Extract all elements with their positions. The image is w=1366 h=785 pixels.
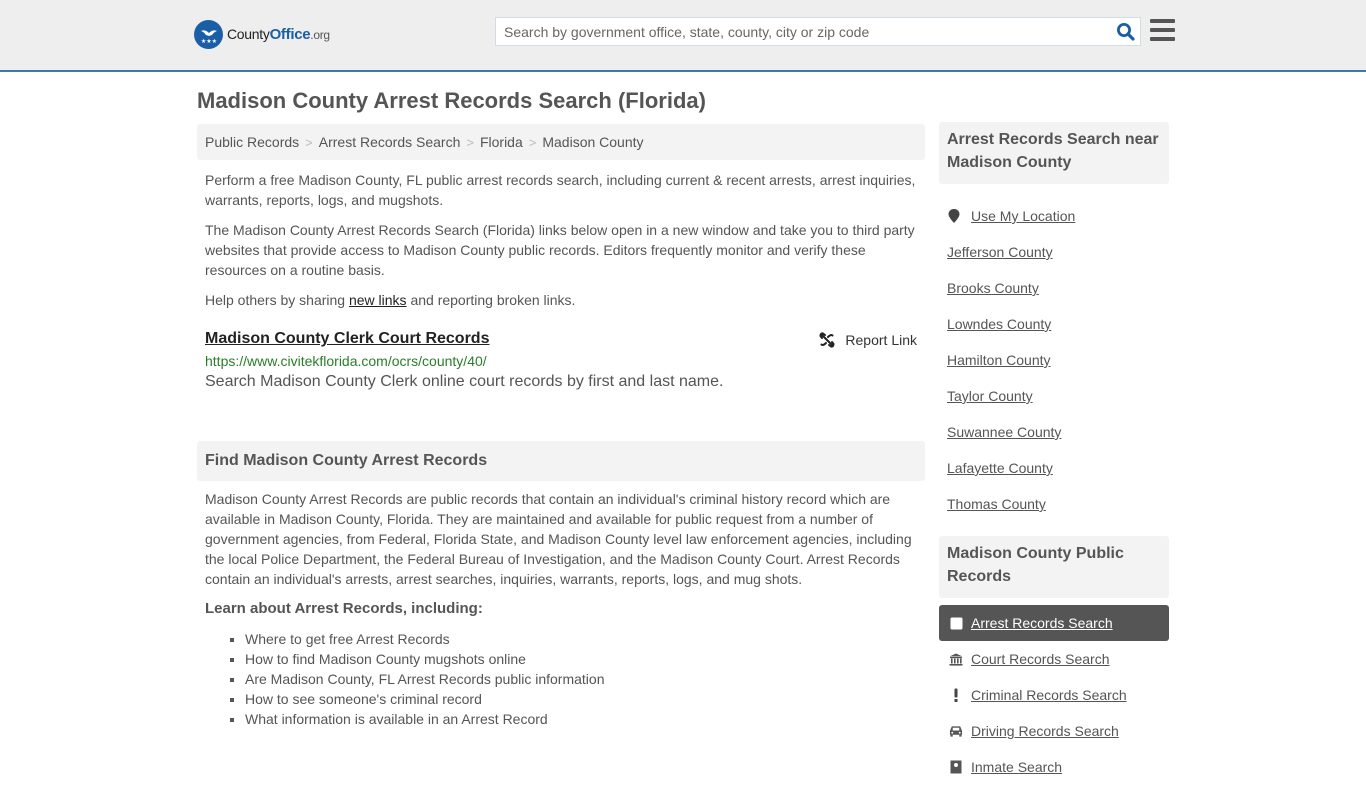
public-records-heading: Madison County Public Records: [939, 536, 1169, 598]
learn-heading: Learn about Arrest Records, including:: [205, 600, 483, 617]
nearby-item: Hamilton County: [947, 342, 1167, 378]
nearby-county-link[interactable]: Jefferson County: [947, 244, 1053, 260]
new-links-link[interactable]: new links: [349, 292, 407, 308]
nearby-item: Brooks County: [947, 270, 1167, 306]
nearby-item: Lafayette County: [947, 450, 1167, 486]
public-records-item-arrest[interactable]: Arrest Records Search: [939, 605, 1169, 641]
intro-paragraph: Perform a free Madison County, FL public…: [205, 172, 916, 208]
nearby-county-link[interactable]: Suwannee County: [947, 424, 1061, 440]
courthouse-icon: [949, 653, 963, 666]
report-link-label: Report Link: [845, 332, 917, 348]
nearby-county-link[interactable]: Taylor County: [947, 388, 1033, 404]
public-records-item-inmate[interactable]: Inmate Search: [939, 749, 1169, 785]
public-records-item-driving[interactable]: Driving Records Search: [939, 713, 1169, 749]
nearby-county-link[interactable]: Lowndes County: [947, 316, 1051, 332]
nearby-heading: Arrest Records Search near Madison Count…: [939, 122, 1169, 184]
learn-list-item: How to find Madison County mugshots onli…: [245, 649, 605, 669]
learn-list-item: What information is available in an Arre…: [245, 709, 605, 729]
broken-link-icon: [819, 332, 835, 348]
share-paragraph: Help others by sharing new links and rep…: [205, 290, 920, 310]
listing-url: https://www.civitekflorida.com/ocrs/coun…: [205, 353, 487, 369]
menu-bar: [1150, 37, 1175, 41]
breadcrumb-separator: >: [305, 134, 313, 150]
top-bar: ★★★ CountyOffice.org: [0, 0, 1366, 72]
breadcrumb-arrest-records-search[interactable]: Arrest Records Search: [319, 134, 461, 150]
share-text-end: and reporting broken links.: [406, 292, 576, 308]
learn-list-item: Are Madison County, FL Arrest Records pu…: [245, 669, 605, 689]
breadcrumb-separator: >: [528, 134, 537, 150]
use-my-location-item: Use My Location: [947, 198, 1167, 234]
listing-description: Search Madison County Clerk online court…: [205, 373, 724, 390]
public-records-item-court[interactable]: Court Records Search: [939, 641, 1169, 677]
nearby-county-link[interactable]: Thomas County: [947, 496, 1046, 512]
exclamation-icon: [949, 688, 963, 702]
search-box: [495, 17, 1141, 46]
logo-link[interactable]: ★★★ CountyOffice.org: [194, 20, 330, 49]
car-icon: [949, 725, 963, 737]
hamburger-menu-button[interactable]: [1150, 19, 1175, 41]
nearby-item: Suwannee County: [947, 414, 1167, 450]
find-section-heading: Find Madison County Arrest Records: [197, 441, 925, 481]
public-records-list: Arrest Records Search Court Records Sear…: [939, 605, 1169, 785]
svg-text:★★★: ★★★: [200, 38, 216, 45]
menu-bar: [1150, 28, 1175, 32]
inmate-icon: [949, 760, 963, 774]
public-records-item-criminal[interactable]: Criminal Records Search: [939, 677, 1169, 713]
logo-text: CountyOffice.org: [227, 26, 330, 43]
learn-list: Where to get free Arrest Records How to …: [245, 629, 605, 729]
public-records-link[interactable]: Court Records Search: [971, 651, 1110, 667]
breadcrumb-madison-county[interactable]: Madison County: [542, 134, 643, 150]
search-icon: [1116, 23, 1135, 41]
learn-list-item: Where to get free Arrest Records: [245, 629, 605, 649]
nearby-county-link[interactable]: Lafayette County: [947, 460, 1053, 476]
menu-bar: [1150, 19, 1175, 23]
disclaimer-paragraph: The Madison County Arrest Records Search…: [205, 222, 915, 278]
nearby-item: Thomas County: [947, 486, 1167, 522]
public-records-link[interactable]: Inmate Search: [971, 759, 1062, 775]
eagle-logo-icon: ★★★: [194, 20, 223, 49]
breadcrumb: Public Records > Arrest Records Search >…: [197, 124, 925, 160]
nearby-item: Jefferson County: [947, 234, 1167, 270]
search-button[interactable]: [1110, 18, 1140, 45]
search-input[interactable]: [496, 18, 1110, 45]
record-listing: Madison County Clerk Court Records Repor…: [205, 330, 917, 391]
nearby-list: Use My Location Jefferson County Brooks …: [947, 198, 1167, 522]
breadcrumb-florida[interactable]: Florida: [480, 134, 523, 150]
public-records-link[interactable]: Arrest Records Search: [971, 615, 1113, 631]
page-title: Madison County Arrest Records Search (Fl…: [197, 88, 706, 113]
nearby-item: Lowndes County: [947, 306, 1167, 342]
intro-section: Perform a free Madison County, FL public…: [205, 170, 920, 310]
find-section-body: Madison County Arrest Records are public…: [205, 491, 912, 587]
listing-title-link[interactable]: Madison County Clerk Court Records: [205, 330, 489, 348]
nearby-county-link[interactable]: Hamilton County: [947, 352, 1051, 368]
share-text: Help others by sharing: [205, 292, 349, 308]
use-my-location-link[interactable]: Use My Location: [971, 208, 1075, 224]
nearby-county-link[interactable]: Brooks County: [947, 280, 1039, 296]
report-link-button[interactable]: Report Link: [819, 332, 917, 348]
breadcrumb-public-records[interactable]: Public Records: [205, 134, 299, 150]
nearby-item: Taylor County: [947, 378, 1167, 414]
breadcrumb-separator: >: [466, 134, 474, 150]
public-records-link[interactable]: Criminal Records Search: [971, 687, 1127, 703]
learn-list-item: How to see someone's criminal record: [245, 689, 605, 709]
map-pin-icon: [948, 209, 960, 223]
square-icon: [949, 617, 963, 630]
public-records-link[interactable]: Driving Records Search: [971, 723, 1119, 739]
